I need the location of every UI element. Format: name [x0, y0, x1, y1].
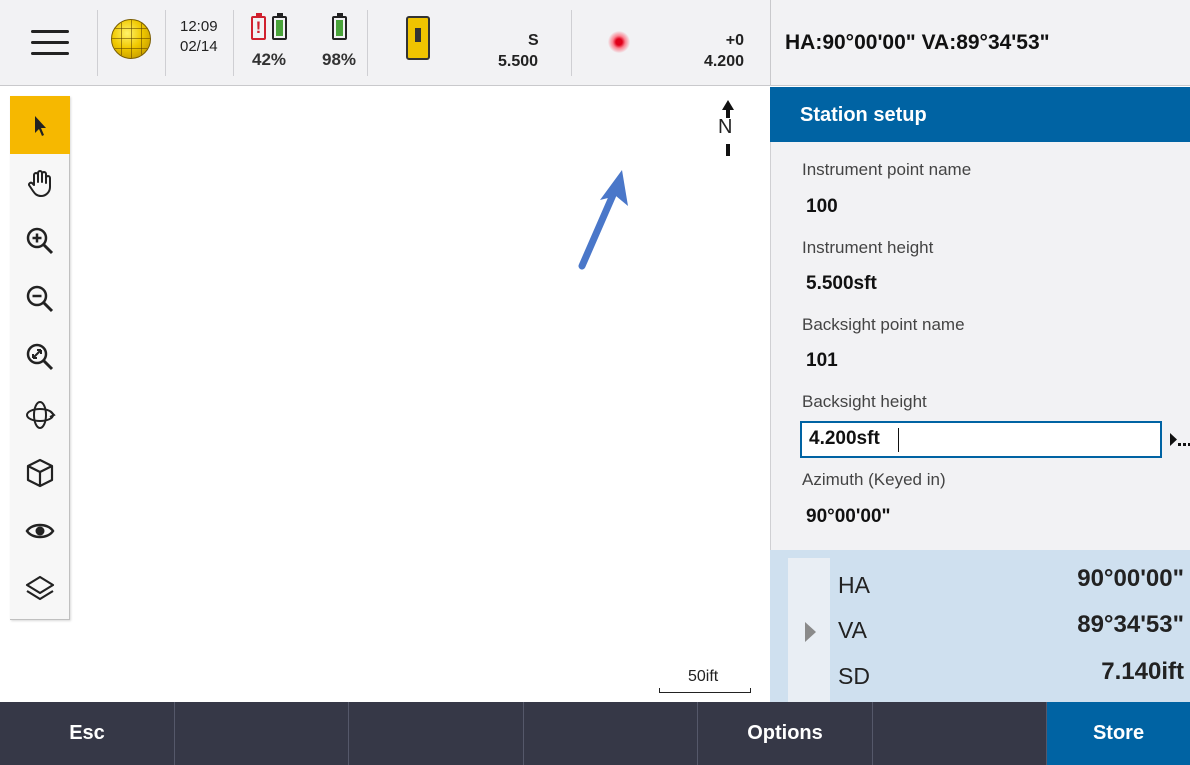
backsight-point-name-label: Backsight point name	[802, 315, 965, 334]
zoom-in-icon	[26, 227, 54, 255]
readout-sd-label: SD	[838, 663, 870, 689]
visibility-button[interactable]	[10, 502, 70, 560]
target-height-value: 4.200	[703, 53, 744, 70]
azimuth-label: Azimuth (Keyed in)	[802, 470, 946, 489]
scale-bar	[659, 688, 751, 693]
instrument-height-label: Instrument height	[802, 238, 934, 257]
date-text: 02/14	[180, 38, 218, 55]
scale-label: 50ift	[688, 668, 719, 685]
readout-va-value: 89°34'53"	[1077, 611, 1184, 638]
gnss-status-button[interactable]	[98, 10, 166, 76]
zoom-out-button[interactable]	[10, 270, 70, 328]
laser-pointer-icon	[608, 31, 630, 53]
orbit-button[interactable]	[10, 386, 70, 444]
text-caret	[898, 428, 899, 452]
time-text: 12:09	[180, 18, 218, 35]
controller-battery-pct: 42%	[252, 50, 287, 69]
softkey-2[interactable]	[175, 702, 349, 765]
select-tool-button[interactable]	[10, 96, 70, 154]
pan-icon	[28, 170, 51, 197]
eye-icon	[25, 523, 55, 539]
readout-va-label: VA	[838, 617, 867, 643]
total-station-icon	[406, 16, 430, 60]
readout-ha-label: HA	[838, 572, 870, 598]
instrument-battery-pct: 98%	[322, 50, 357, 69]
instrument-height-value-field[interactable]: 5.500sft	[806, 273, 877, 295]
north-label: N	[718, 116, 733, 138]
map-toolbar	[10, 96, 70, 620]
3d-view-button[interactable]	[10, 444, 70, 502]
observation-readout[interactable]: HA 90°00'00" VA 89°34'53" SD 7.140ift	[770, 550, 1190, 702]
instrument-battery-icon	[332, 13, 347, 40]
softkey-bar: Esc Options Store	[0, 702, 1190, 765]
angle-header: HA:90°00'00" VA:89°34'53"	[770, 0, 1190, 86]
hamburger-icon-line	[31, 41, 69, 44]
layers-button[interactable]	[10, 560, 70, 618]
cube-icon	[26, 458, 54, 488]
globe-icon	[111, 19, 151, 59]
panel-title: Station setup	[800, 104, 927, 126]
options-button[interactable]: Options	[698, 702, 873, 765]
battery-icon	[272, 13, 287, 40]
map-view[interactable]: N 50ift	[0, 86, 770, 702]
battery-status[interactable]: ! 42% 98%	[234, 10, 368, 76]
menu-button[interactable]	[0, 10, 98, 76]
angle-header-text: HA:90°00'00" VA:89°34'53"	[785, 31, 1050, 54]
pan-tool-button[interactable]	[10, 154, 70, 212]
annotation-arrow-icon	[578, 170, 628, 270]
layers-icon	[25, 575, 55, 601]
zoom-extents-icon	[26, 343, 54, 371]
instrument-point-name-value[interactable]: 100	[806, 196, 838, 218]
instrument-mode: S	[528, 32, 539, 49]
zoom-out-icon	[26, 285, 54, 313]
backsight-point-name-value[interactable]: 101	[806, 350, 838, 372]
zoom-extents-button[interactable]	[10, 328, 70, 386]
backsight-height-label: Backsight height	[802, 392, 927, 411]
esc-button[interactable]: Esc	[0, 702, 175, 765]
azimuth-value[interactable]: 90°00'00"	[806, 506, 891, 528]
datetime-display[interactable]: 12:09 02/14	[166, 10, 234, 76]
instrument-height-value: 5.500	[498, 53, 539, 70]
panel-header: Station setup	[770, 87, 1190, 142]
softkey-6[interactable]	[873, 702, 1047, 765]
battery-warning-icon: !	[251, 13, 266, 40]
instrument-status-button[interactable]: S 5.500	[368, 10, 572, 76]
station-setup-form: Instrument point name 100 Instrument hei…	[770, 142, 1190, 550]
status-bar: 12:09 02/14 ! 42% 98% S 5.500 +0 4.200	[0, 0, 770, 86]
more-options-icon[interactable]	[1164, 421, 1190, 458]
hamburger-icon	[31, 30, 69, 33]
softkey-4[interactable]	[524, 702, 698, 765]
play-triangle-icon	[805, 622, 816, 642]
backsight-height-input[interactable]: 4.200sft	[800, 421, 1162, 458]
hamburger-icon-line	[31, 52, 69, 55]
readout-toggle[interactable]	[788, 558, 830, 702]
target-offset: +0	[725, 32, 744, 49]
zoom-in-button[interactable]	[10, 212, 70, 270]
readout-sd-value: 7.140ift	[1101, 658, 1184, 685]
readout-ha-value: 90°00'00"	[1077, 565, 1184, 592]
target-status-button[interactable]: +0 4.200	[572, 10, 770, 76]
softkey-3[interactable]	[349, 702, 524, 765]
orbit-icon	[26, 401, 56, 429]
instrument-point-name-label: Instrument point name	[802, 160, 972, 179]
backsight-height-input-value: 4.200sft	[809, 428, 880, 449]
select-icon	[35, 116, 46, 136]
store-button[interactable]: Store	[1047, 702, 1190, 765]
